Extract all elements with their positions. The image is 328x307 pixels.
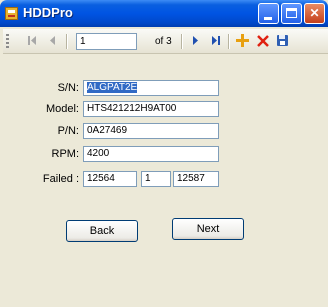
failed-label: Failed : [42, 173, 79, 185]
rpm-label: RPM: [51, 148, 80, 160]
sn-value: ALGPAT2E [87, 82, 138, 93]
title-bar[interactable]: HDDPro ✕ [0, 0, 328, 27]
sn-label: S/N: [57, 82, 79, 94]
move-last-icon [211, 36, 220, 45]
window-title: HDDPro [23, 5, 73, 20]
save-button[interactable] [274, 32, 291, 49]
position-input[interactable]: 1 [76, 33, 137, 50]
toolbar-separator [66, 34, 68, 49]
move-next-button[interactable] [187, 32, 204, 49]
maximize-icon [286, 8, 297, 18]
minimize-button[interactable] [258, 3, 279, 24]
rpm-field[interactable]: 4200 [83, 146, 219, 162]
failed-field-1[interactable]: 12564 [83, 171, 137, 187]
failed-field-2[interactable]: 1 [141, 171, 171, 187]
binding-navigator: 1 of 3 [3, 29, 328, 54]
app-icon [5, 7, 18, 20]
failed-field-3[interactable]: 12587 [173, 171, 219, 187]
app-window: HDDPro ✕ 1 of 3 S/N: ALGPAT2E Model: HTS… [0, 0, 328, 307]
sn-field[interactable]: ALGPAT2E [83, 80, 219, 96]
move-last-button[interactable] [207, 32, 224, 49]
move-next-icon [192, 36, 198, 45]
toolbar-separator [181, 34, 183, 49]
toolbar-separator [228, 34, 230, 49]
count-label: of 3 [155, 36, 172, 47]
pn-field[interactable]: 0A27469 [83, 123, 219, 139]
delete-button[interactable] [254, 32, 271, 49]
back-button[interactable]: Back [66, 220, 138, 242]
save-icon [277, 35, 288, 46]
next-button[interactable]: Next [172, 218, 244, 240]
toolbar-grip[interactable] [6, 34, 9, 48]
close-icon: ✕ [309, 6, 320, 20]
model-field[interactable]: HTS421212H9AT00 [83, 101, 219, 117]
move-previous-button[interactable] [43, 32, 60, 49]
model-label: Model: [45, 103, 79, 115]
delete-icon [256, 35, 269, 47]
minimize-icon [264, 17, 272, 20]
maximize-button[interactable] [281, 3, 302, 24]
close-button[interactable]: ✕ [304, 3, 325, 24]
move-previous-icon [49, 36, 55, 45]
add-new-icon [236, 34, 249, 47]
move-first-icon [27, 36, 36, 45]
pn-label: P/N: [57, 125, 79, 137]
move-first-button[interactable] [23, 32, 40, 49]
add-new-button[interactable] [234, 32, 251, 49]
